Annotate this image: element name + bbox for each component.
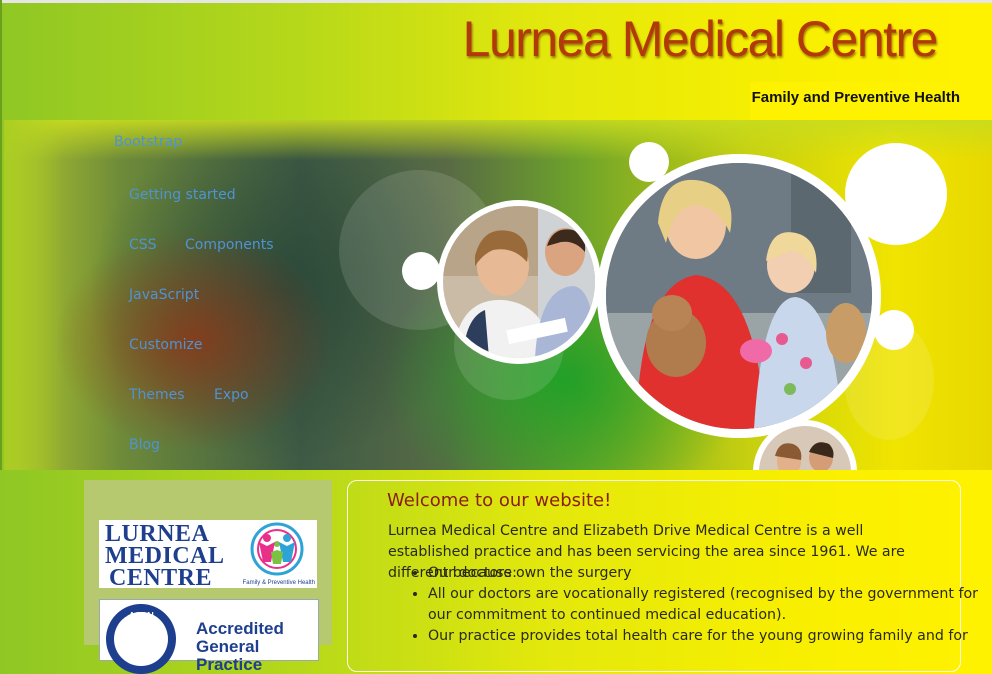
nav-link-css[interactable]: CSS xyxy=(129,237,157,253)
banner-fade xyxy=(4,120,64,470)
sidebar: LURNEA MEDICAL CENTRE Family & Preventiv… xyxy=(84,480,332,674)
decor-dot xyxy=(874,310,914,350)
mother-daughter-photo xyxy=(606,163,872,429)
list-item: Our doctors own the surgery xyxy=(428,563,992,584)
accreditation-line-2: General Practice xyxy=(196,636,263,674)
agpal-seal-text: AGPAL xyxy=(129,611,157,620)
father-son-photo xyxy=(443,206,595,358)
site-title: Lurnea Medical Centre xyxy=(462,11,939,67)
logo-text: CENTRE xyxy=(109,565,213,591)
list-item: Our practice provides total health care … xyxy=(428,626,992,647)
nav-link-expo[interactable]: Expo xyxy=(214,387,249,403)
agpal-seal-icon: AGPAL xyxy=(106,604,176,674)
nav-link-components[interactable]: Components xyxy=(185,237,274,253)
nav-link-customize[interactable]: Customize xyxy=(129,337,203,353)
nav-brand[interactable]: Bootstrap xyxy=(114,134,182,150)
welcome-heading: Welcome to our website! xyxy=(387,490,612,511)
nav-link-themes[interactable]: Themes xyxy=(129,387,185,403)
tagline: Family and Preventive Health xyxy=(751,89,960,106)
nav-link-getting-started[interactable]: Getting started xyxy=(129,187,236,203)
logo-caption: Family & Preventive Health xyxy=(242,580,315,586)
left-border xyxy=(0,0,2,470)
nav-link-blog[interactable]: Blog xyxy=(129,437,160,453)
accreditation-line-1: Accredited xyxy=(196,619,284,638)
decor-dot xyxy=(402,252,440,290)
nav-link-javascript[interactable]: JavaScript xyxy=(129,287,199,303)
accreditation-text: Accredited General Practice xyxy=(196,620,318,674)
lurnea-logo[interactable]: LURNEA MEDICAL CENTRE Family & Preventiv… xyxy=(99,520,317,591)
list-item: All our doctors are vocationally registe… xyxy=(428,584,992,626)
top-border xyxy=(0,0,992,3)
family-logo-icon xyxy=(250,522,304,576)
reasons-list: Our doctors own the surgery All our doct… xyxy=(388,563,992,647)
agpal-seal-center xyxy=(114,612,168,666)
accreditation-badge[interactable]: AGPAL Accredited General Practice xyxy=(99,599,319,674)
hero-banner: Bootstrap Getting started CSS Components… xyxy=(4,120,992,470)
